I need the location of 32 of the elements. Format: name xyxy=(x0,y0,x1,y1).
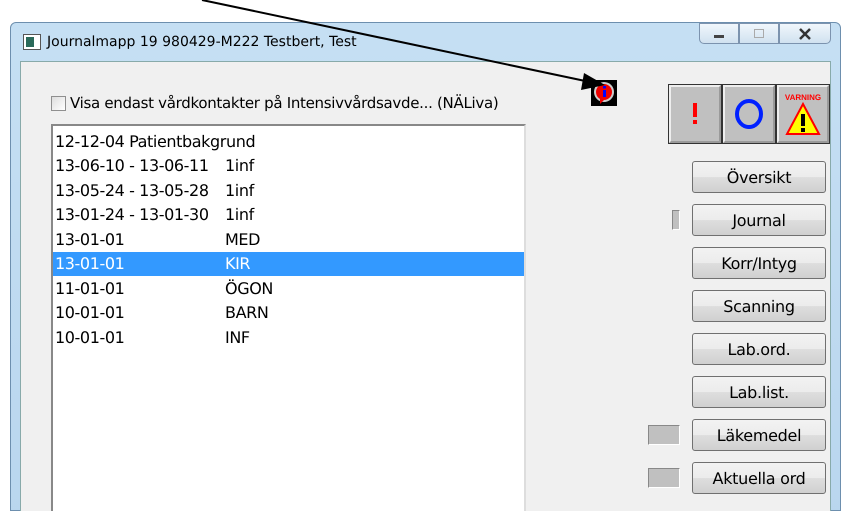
nav-button[interactable]: Läkemedel xyxy=(692,419,826,451)
nav-button[interactable]: Lab.ord. xyxy=(692,333,826,365)
list-item[interactable]: 12-12-04 Patientbakgrund xyxy=(53,129,524,154)
nav-button[interactable]: Scanning xyxy=(692,290,826,322)
list-item[interactable]: 10-01-01 BARN xyxy=(53,300,524,325)
warning-icon xyxy=(785,102,821,136)
maximize-icon xyxy=(753,28,765,38)
list-item[interactable]: 13-01-24 - 13-01-30 1inf xyxy=(53,202,524,227)
status-indicator xyxy=(648,425,680,445)
status-indicator xyxy=(672,210,680,230)
nav-button[interactable]: Korr/Intyg xyxy=(692,247,826,279)
circle-icon xyxy=(734,98,764,130)
circle-button[interactable] xyxy=(723,85,775,143)
list-item[interactable]: 13-06-10 - 13-06-11 1inf xyxy=(53,154,524,178)
nav-button[interactable]: Journal xyxy=(692,204,826,236)
list-item[interactable]: 11-01-01 ÖGON xyxy=(53,276,524,300)
minimize-icon xyxy=(714,35,724,38)
nav-button[interactable]: Aktuella ord xyxy=(692,462,826,494)
nav-button[interactable]: Översikt xyxy=(692,161,826,193)
close-button[interactable] xyxy=(779,23,831,44)
status-indicator xyxy=(648,468,680,488)
exclamation-button[interactable] xyxy=(669,85,721,143)
list-item[interactable]: 13-05-24 - 13-05-28 1inf xyxy=(53,178,524,202)
nav-button[interactable]: Lab.list. xyxy=(692,376,826,408)
minimize-button[interactable] xyxy=(699,23,739,44)
close-icon xyxy=(798,28,812,40)
app-icon xyxy=(23,34,41,50)
filter-checkbox[interactable]: Visa endast vårdkontakter på Intensivvårdsavde... (NÄLiva) xyxy=(51,90,546,116)
exclamation-icon xyxy=(690,102,700,126)
list-item[interactable]: 13-01-01 MED xyxy=(53,227,524,252)
list-item[interactable]: 10-01-01 INF xyxy=(53,325,524,350)
window-title: Journalmapp 19 980429-M222 Testbert, Test xyxy=(47,34,357,50)
